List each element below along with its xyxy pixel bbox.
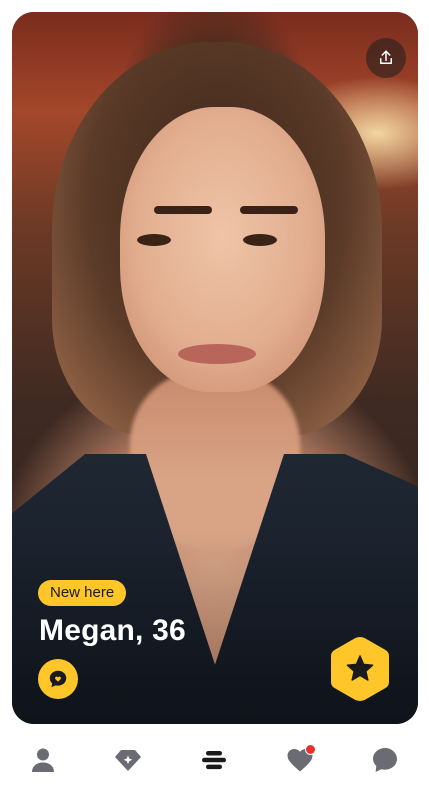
tab-liked-you[interactable]	[282, 742, 318, 778]
diamond-sparkle-icon	[115, 750, 141, 771]
new-here-badge: New here	[38, 580, 127, 606]
notification-dot	[305, 744, 316, 755]
stack-icon	[202, 751, 226, 770]
tab-premium[interactable]	[110, 742, 146, 778]
superswipe-button[interactable]	[328, 634, 392, 704]
opening-move-button[interactable]	[38, 659, 78, 699]
tab-profile[interactable]	[25, 742, 61, 778]
profile-name-age: Megan, 36	[39, 614, 186, 647]
share-button[interactable]	[366, 38, 406, 78]
app-screen: New here Megan, 36	[0, 0, 429, 800]
bottom-tab-bar	[0, 724, 429, 800]
share-icon	[380, 50, 392, 64]
tab-discover[interactable]	[196, 742, 232, 778]
profile-icon	[32, 748, 54, 772]
tab-chats[interactable]	[367, 742, 403, 778]
star-hexagon-icon	[331, 637, 389, 701]
chat-heart-icon	[49, 670, 67, 688]
profile-card[interactable]: New here Megan, 36	[12, 12, 418, 724]
chat-bubble-icon	[373, 748, 397, 772]
